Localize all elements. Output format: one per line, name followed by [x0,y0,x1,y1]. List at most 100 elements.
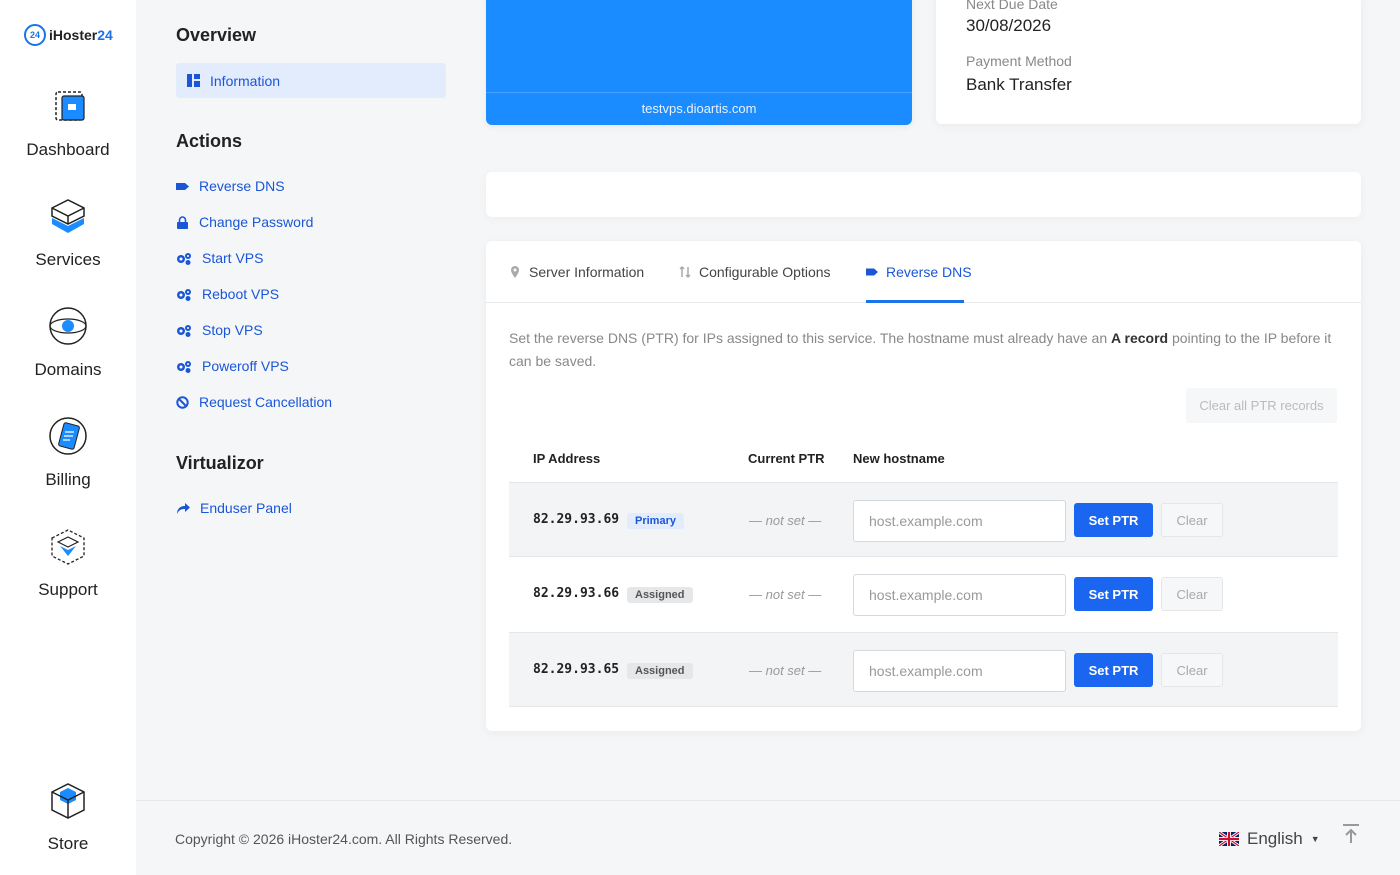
table-row: 82.29.93.65 Assigned — not set — Set PTR… [509,632,1338,707]
tab-bar: Server Information Configurable Options … [486,241,1361,303]
chevron-down-icon: ▼ [1310,834,1320,844]
status-badge: Primary [627,513,684,529]
ip-address: 82.29.93.69 [533,512,620,527]
service-subnav: Overview Information Actions Reverse DNS… [136,0,466,800]
language-selector[interactable]: English ▼ [1219,829,1320,849]
action-label: Reverse DNS [199,178,285,194]
action-start-vps[interactable]: Start VPS [176,250,263,266]
active-tab-indicator [866,300,964,303]
action-poweroff-vps[interactable]: Poweroff VPS [176,358,289,374]
status-badge: Assigned [627,587,693,603]
billing-icon [49,417,87,455]
clear-all-ptr-button[interactable]: Clear all PTR records [1186,388,1337,423]
empty-panel [486,172,1361,217]
hostname-input[interactable] [853,500,1066,542]
share-arrow-icon [177,502,190,514]
payment-method-value: Bank Transfer [966,75,1072,94]
uk-flag-icon [1219,832,1239,846]
clear-ptr-button[interactable]: Clear [1161,503,1223,537]
action-change-password[interactable]: Change Password [176,214,313,230]
product-hostname: testvps.dioartis.com [641,101,757,116]
clear-ptr-button[interactable]: Clear [1161,653,1223,687]
rail-label-dashboard: Dashboard [26,140,110,159]
action-reboot-vps[interactable]: Reboot VPS [176,286,279,302]
action-enduser-panel[interactable]: Enduser Panel [176,500,292,516]
action-label: Poweroff VPS [202,358,289,374]
overview-heading: Overview [176,25,257,45]
current-ptr: — not set — [749,513,822,528]
rail-label-services: Services [35,250,101,269]
ip-address: 82.29.93.65 [533,662,620,677]
tab-label: Reverse DNS [886,264,972,280]
action-stop-vps[interactable]: Stop VPS [176,322,263,338]
rail-label-billing: Billing [45,470,91,489]
current-ptr: — not set — [749,663,822,678]
clear-ptr-button[interactable]: Clear [1161,577,1223,611]
ip-address: 82.29.93.66 [533,586,620,601]
tab-server-information[interactable]: Server Information [509,264,644,280]
header-current-ptr: Current PTR [748,451,825,466]
rail-item-support[interactable]: Support [0,526,136,600]
action-label: Change Password [199,214,314,230]
dashboard-icon [55,91,85,121]
domains-icon [49,307,87,345]
hostname-input[interactable] [853,574,1066,616]
main-sidebar: 24 iHoster24 Dashboard Services Domains [0,0,136,875]
tab-label: Server Information [529,264,645,280]
rail-item-billing[interactable]: Billing [0,416,136,490]
hostname-input[interactable] [853,650,1066,692]
rail-item-services[interactable]: Services [0,196,136,270]
support-icon [51,529,85,565]
action-label: Reboot VPS [202,286,280,302]
nav-label-information: Information [210,72,281,89]
tab-configurable-options[interactable]: Configurable Options [679,264,831,280]
tag-icon [866,268,878,276]
sort-icon [679,266,691,278]
nav-item-information[interactable]: Information [176,63,446,98]
rail-item-domains[interactable]: Domains [0,306,136,380]
tag-icon [176,182,189,190]
product-card: testvps.dioartis.com [486,0,912,125]
action-label: Request Cancellation [199,394,333,410]
page-footer: Copyright © 2026 iHoster24.com. All Righ… [136,800,1400,875]
next-due-value: 30/08/2026 [966,16,1052,35]
set-ptr-button[interactable]: Set PTR [1074,503,1153,537]
status-badge: Assigned [627,663,693,679]
payment-method-label: Payment Method [966,53,1072,69]
action-label: Start VPS [202,250,264,266]
services-icon [51,199,85,233]
tab-reverse-dns[interactable]: Reverse DNS [866,264,972,280]
action-reverse-dns[interactable]: Reverse DNS [176,178,285,194]
billing-info-card: Next Due Date 30/08/2026 Payment Method … [936,0,1361,124]
gears-icon [177,360,191,373]
language-label: English [1247,829,1303,848]
actions-heading: Actions [176,131,243,151]
store-icon [51,783,85,819]
lock-icon [177,215,188,229]
virtualizor-heading: Virtualizor [176,453,264,473]
rail-label-store: Store [47,834,89,853]
rail-label-support: Support [38,580,98,599]
set-ptr-button[interactable]: Set PTR [1074,653,1153,687]
dashboard-small-icon [187,74,200,87]
action-request-cancellation[interactable]: Request Cancellation [176,394,332,410]
service-details-card: Server Information Configurable Options … [486,241,1361,731]
next-due-label: Next Due Date [966,0,1058,12]
header-ip-address: IP Address [533,451,601,466]
copyright-text: Copyright © 2026 iHoster24.com. All Righ… [175,831,513,847]
action-label: Stop VPS [202,322,263,338]
back-to-top-icon[interactable] [1341,823,1361,845]
gears-icon [177,252,191,265]
brand-badge: 24 [24,24,46,46]
rail-item-dashboard[interactable]: Dashboard [0,86,136,160]
table-row: 82.29.93.66 Assigned — not set — Set PTR… [509,557,1338,632]
set-ptr-button[interactable]: Set PTR [1074,577,1153,611]
brand-name: iHoster24 [49,27,113,43]
current-ptr: — not set — [749,587,822,602]
gears-icon [177,324,191,337]
tab-label: Configurable Options [699,264,831,280]
rail-item-store[interactable]: Store [0,780,136,854]
rail-label-domains: Domains [34,360,102,379]
gears-icon [177,288,191,301]
brand-logo[interactable]: 24 iHoster24 [24,24,113,46]
